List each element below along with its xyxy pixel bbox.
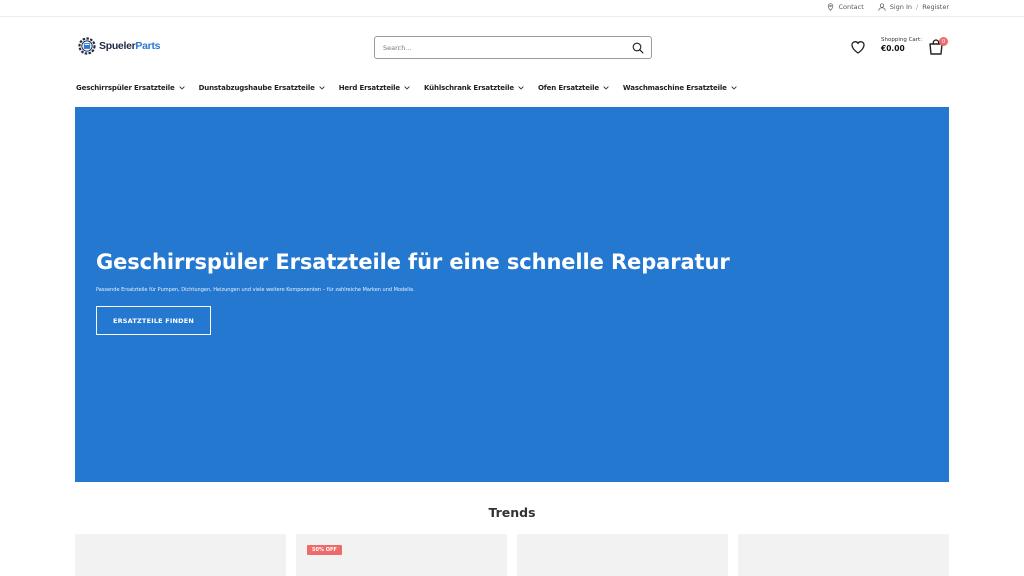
chevron-down-icon — [178, 86, 185, 90]
user-icon — [878, 3, 886, 11]
cart-label: Shopping Cart: — [881, 37, 923, 43]
cart-count-badge: 0 — [939, 37, 948, 46]
wishlist-button[interactable] — [850, 39, 866, 55]
nav-item-waschmaschine[interactable]: Waschmaschine Ersatzteile — [623, 84, 737, 92]
nav-item-dunstabzugshaube[interactable]: Dunstabzugshaube Ersatzteile — [199, 84, 325, 92]
logo-text-part1: Spueler — [99, 40, 136, 52]
site-header: SpuelerParts Shopping Cart: €0.00 0 — [0, 17, 1024, 77]
sign-in-link[interactable]: Sign In — [878, 3, 912, 11]
cart-amount: €0.00 — [881, 43, 905, 53]
sign-in-label: Sign In — [889, 3, 913, 11]
main-navigation: Geschirrspüler Ersatzteile Dunstabzugsha… — [76, 82, 751, 94]
nav-item-herd[interactable]: Herd Ersatzteile — [339, 84, 410, 92]
logo-gear-icon — [78, 37, 96, 55]
nav-item-label: Kühlschrank Ersatzteile — [424, 84, 514, 92]
discount-badge: 50% OFF — [307, 545, 342, 555]
search-icon — [632, 42, 644, 54]
logo-text: SpuelerParts — [99, 40, 160, 52]
logo-text-part2: Parts — [135, 40, 161, 52]
contact-label: Contact — [838, 3, 864, 11]
hero-subtitle: Passende Ersatzteile für Pumpen, Dichtun… — [96, 287, 415, 293]
top-bar-links: Contact Sign In / Register — [827, 3, 949, 11]
nav-item-label: Ofen Ersatzteile — [537, 84, 599, 92]
topbar-separator: / — [916, 3, 919, 11]
product-card[interactable]: 50% OFF — [296, 534, 507, 576]
hero-title: Geschirrspüler Ersatzteile für eine schn… — [96, 250, 730, 274]
product-card[interactable] — [75, 534, 286, 576]
find-parts-button[interactable]: ERSATZTEILE FINDEN — [96, 306, 211, 335]
heart-icon — [851, 41, 865, 54]
nav-item-geschirrspueler[interactable]: Geschirrspüler Ersatzteile — [76, 84, 185, 92]
nav-item-kuehlschrank[interactable]: Kühlschrank Ersatzteile — [424, 84, 524, 92]
search-button[interactable] — [631, 41, 645, 55]
chevron-down-icon — [603, 86, 609, 90]
chevron-down-icon — [319, 86, 325, 90]
register-link[interactable]: Register — [922, 3, 949, 11]
site-logo[interactable]: SpuelerParts — [77, 36, 160, 56]
nav-item-label: Waschmaschine Ersatzteile — [622, 84, 727, 92]
nav-item-ofen[interactable]: Ofen Ersatzteile — [538, 84, 609, 92]
nav-item-label: Geschirrspüler Ersatzteile — [76, 84, 175, 92]
nav-item-label: Dunstabzugshaube Ersatzteile — [198, 84, 315, 92]
nav-item-label: Herd Ersatzteile — [338, 84, 401, 92]
chevron-down-icon — [404, 86, 410, 90]
location-pin-icon — [828, 3, 834, 11]
contact-link[interactable]: Contact — [827, 3, 864, 11]
chevron-down-icon — [731, 86, 737, 90]
top-bar: Contact Sign In / Register — [0, 0, 1024, 17]
search-input[interactable] — [383, 41, 613, 55]
trends-heading: Trends — [488, 505, 536, 520]
hero-banner: Geschirrspüler Ersatzteile für eine schn… — [75, 107, 949, 482]
search-box — [374, 36, 652, 59]
product-card[interactable] — [738, 534, 949, 576]
cart-summary[interactable]: Shopping Cart: €0.00 — [881, 37, 922, 53]
product-card[interactable] — [517, 534, 728, 576]
chevron-down-icon — [518, 86, 524, 90]
